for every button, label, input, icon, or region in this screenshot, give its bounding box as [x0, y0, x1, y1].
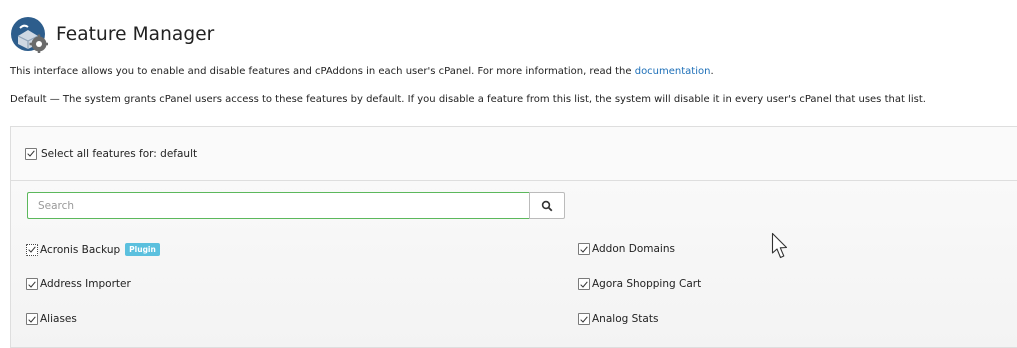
analog-stats-checkbox[interactable]: [578, 313, 590, 325]
mouse-cursor-icon: [771, 232, 793, 266]
analog-stats-label[interactable]: Analog Stats: [592, 313, 658, 325]
intro-text-end: .: [710, 66, 714, 77]
page-header: Feature Manager: [10, 14, 214, 54]
select-all-label[interactable]: Select all features for: default: [41, 148, 197, 160]
checkmark-icon: [28, 316, 36, 323]
feature-addon-domains[interactable]: Addon Domains: [578, 243, 675, 255]
aliases-checkbox[interactable]: [26, 313, 38, 325]
feature-acronis-backup[interactable]: Acronis Backup Plugin: [26, 243, 160, 256]
feature-address-importer[interactable]: Address Importer: [26, 278, 131, 290]
documentation-link[interactable]: documentation: [635, 66, 711, 77]
feature-manager-logo-icon: [10, 15, 48, 54]
search-button[interactable]: [529, 192, 565, 219]
checkmark-icon: [28, 281, 36, 288]
search-icon: [541, 200, 553, 211]
checkmark-icon: [27, 150, 35, 157]
intro-text-body: This interface allows you to enable and …: [10, 66, 635, 77]
select-all-checkbox[interactable]: [25, 147, 37, 160]
agora-shopping-cart-label[interactable]: Agora Shopping Cart: [592, 278, 701, 290]
feature-analog-stats[interactable]: Analog Stats: [578, 313, 658, 325]
address-importer-label[interactable]: Address Importer: [40, 278, 131, 290]
acronis-backup-checkbox[interactable]: [26, 243, 38, 256]
checkmark-icon: [580, 316, 588, 323]
plugin-badge: Plugin: [125, 243, 160, 256]
feature-aliases[interactable]: Aliases: [26, 313, 77, 325]
addon-domains-checkbox[interactable]: [578, 243, 590, 255]
feature-agora-shopping-cart[interactable]: Agora Shopping Cart: [578, 278, 701, 290]
agora-shopping-cart-checkbox[interactable]: [578, 278, 590, 290]
default-description: Default — The system grants cPanel users…: [10, 94, 926, 105]
intro-text: This interface allows you to enable and …: [10, 66, 714, 77]
select-all-bar: Select all features for: default: [11, 127, 1017, 181]
search-group: [27, 192, 565, 219]
address-importer-checkbox[interactable]: [26, 278, 38, 290]
checkmark-icon: [580, 246, 588, 253]
addon-domains-label[interactable]: Addon Domains: [592, 243, 675, 255]
page-title: Feature Manager: [56, 23, 215, 45]
acronis-backup-label[interactable]: Acronis Backup: [40, 244, 120, 256]
checkmark-icon: [28, 246, 36, 253]
search-input[interactable]: [27, 192, 529, 219]
aliases-label[interactable]: Aliases: [40, 313, 77, 325]
feature-panel: Select all features for: default Acronis…: [10, 126, 1017, 348]
checkmark-icon: [580, 281, 588, 288]
